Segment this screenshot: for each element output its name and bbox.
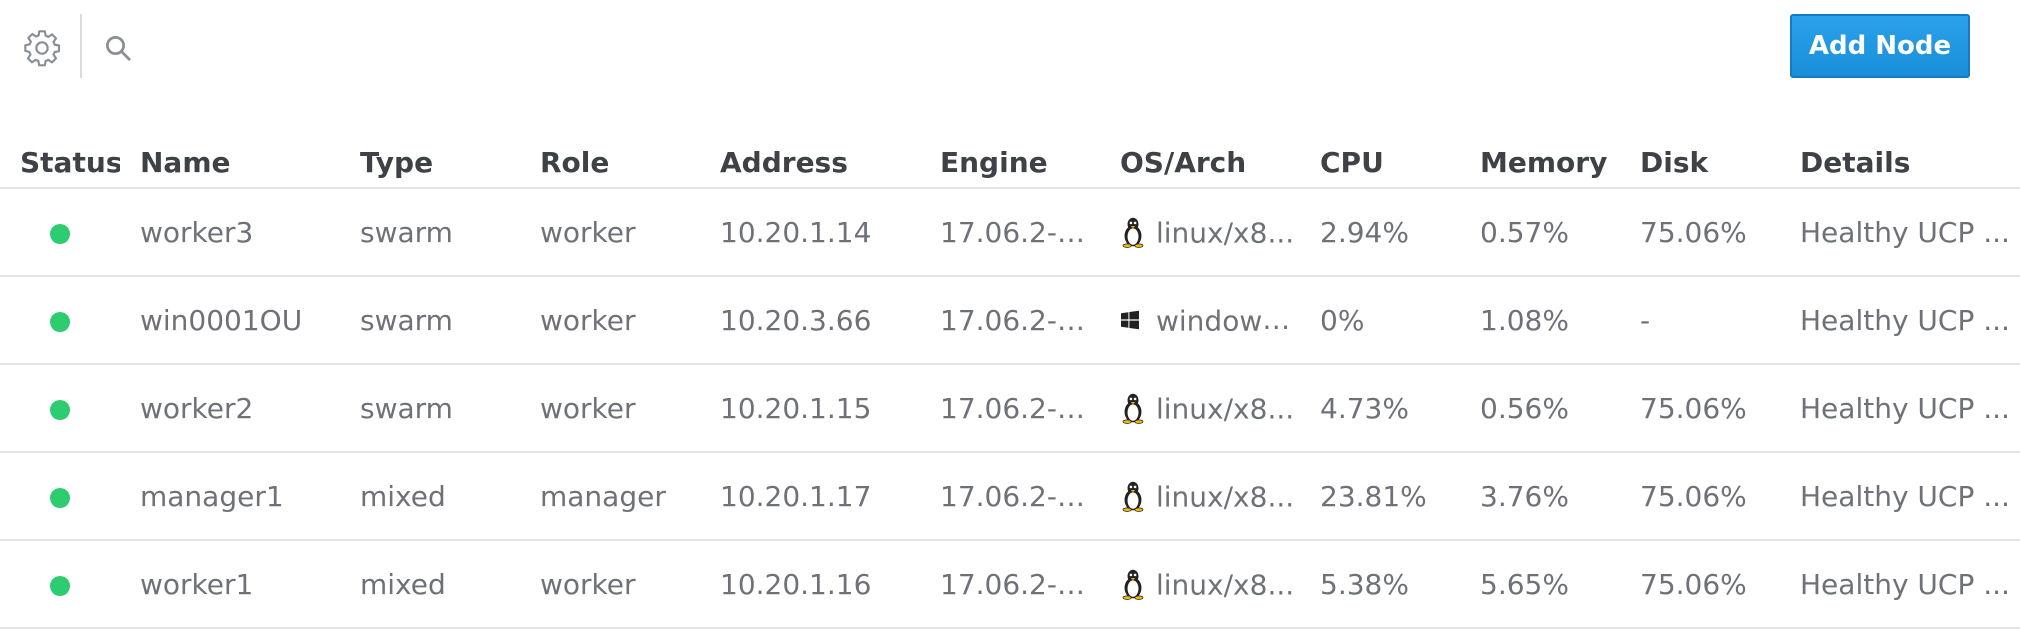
cell-engine: 17.06.2-ee... [920, 364, 1100, 453]
cell-address: 10.20.1.15 [700, 364, 920, 453]
cell-details: Healthy UCP ... [1780, 364, 2020, 453]
cell-type: swarm [340, 364, 520, 453]
status-cell [0, 276, 120, 365]
cell-memory: 0.56% [1460, 364, 1620, 453]
cell-role: worker [520, 188, 700, 277]
linux-icon [1120, 392, 1150, 426]
col-header-address[interactable]: Address [700, 138, 920, 189]
add-node-button[interactable]: Add Node [1790, 14, 1970, 78]
cell-role: manager [520, 452, 700, 541]
table-row[interactable]: worker3swarmworker10.20.1.1417.06.2-ee..… [0, 188, 2020, 277]
cell-name: worker2 [120, 364, 340, 453]
cell-role: worker [520, 540, 700, 629]
os-arch-label: linux/x8... [1156, 480, 1295, 513]
status-cell [0, 188, 120, 277]
cell-name: worker3 [120, 188, 340, 277]
table-header-row: Status Name Type Role Address Engine OS/… [0, 138, 2020, 189]
cell-memory: 0.57% [1460, 188, 1620, 277]
cell-disk: - [1620, 276, 1780, 365]
cell-os-arch: linux/x8... [1100, 364, 1300, 453]
cell-details: Healthy UCP ... [1780, 452, 2020, 541]
cell-details: Healthy UCP ... [1780, 188, 2020, 277]
col-header-disk[interactable]: Disk [1620, 138, 1780, 189]
cell-os-arch: linux/x8... [1100, 188, 1300, 277]
status-dot-icon [50, 223, 70, 244]
status-cell [0, 364, 120, 453]
cell-cpu: 23.81% [1300, 452, 1460, 541]
col-header-os-arch[interactable]: OS/Arch [1100, 138, 1300, 189]
cell-memory: 3.76% [1460, 452, 1620, 541]
cell-type: swarm [340, 276, 520, 365]
col-header-type[interactable]: Type [340, 138, 520, 189]
status-cell [0, 540, 120, 629]
cell-engine: 17.06.2-ee... [920, 452, 1100, 541]
os-arch-label: linux/x8... [1156, 392, 1295, 425]
linux-icon [1120, 216, 1150, 250]
cell-address: 10.20.1.16 [700, 540, 920, 629]
os-arch-label: linux/x8... [1156, 568, 1295, 601]
cell-type: mixed [340, 452, 520, 541]
table-row[interactable]: worker2swarmworker10.20.1.1517.06.2-ee..… [0, 364, 2020, 453]
cell-os-arch: linux/x8... [1100, 540, 1300, 629]
cell-disk: 75.06% [1620, 452, 1780, 541]
cell-memory: 1.08% [1460, 276, 1620, 365]
cell-address: 10.20.1.14 [700, 188, 920, 277]
cell-details: Healthy UCP ... [1780, 540, 2020, 629]
cell-disk: 75.06% [1620, 364, 1780, 453]
cell-cpu: 0% [1300, 276, 1460, 365]
cell-os-arch: windows... [1100, 276, 1300, 365]
gear-icon[interactable] [20, 26, 64, 70]
status-dot-icon [50, 575, 70, 596]
cell-address: 10.20.3.66 [700, 276, 920, 365]
cell-engine: 17.06.2-ee... [920, 188, 1100, 277]
os-arch-label: windows... [1156, 304, 1300, 337]
cell-engine: 17.06.2-ee... [920, 540, 1100, 629]
status-dot-icon [50, 311, 70, 332]
col-header-name[interactable]: Name [120, 138, 340, 189]
linux-icon [1120, 480, 1150, 514]
cell-memory: 5.65% [1460, 540, 1620, 629]
cell-engine: 17.06.2-ee... [920, 276, 1100, 365]
table-row[interactable]: win0001OU swarm worker 10.20.3.66 17.06.2-ee… [0, 276, 2020, 365]
col-header-memory[interactable]: Memory [1460, 138, 1620, 189]
table-row[interactable]: manager1 mixed manager 10.20.1.17 17.06.2-ee… [0, 452, 2020, 541]
os-arch-label: linux/x8... [1156, 216, 1295, 249]
toolbar: Add Node [0, 0, 2020, 100]
cell-name: win0001OU [120, 276, 340, 365]
col-header-status[interactable]: Status [0, 138, 120, 189]
toolbar-divider [80, 14, 82, 78]
cell-address: 10.20.1.17 [700, 452, 920, 541]
status-dot-icon [50, 487, 70, 508]
windows-icon [1120, 304, 1150, 338]
cell-type: swarm [340, 188, 520, 277]
cell-details: Healthy UCP ... [1780, 276, 2020, 365]
cell-type: mixed [340, 540, 520, 629]
col-header-role[interactable]: Role [520, 138, 700, 189]
cell-disk: 75.06% [1620, 540, 1780, 629]
cell-name: manager1 [120, 452, 340, 541]
cell-os-arch: linux/x8... [1100, 452, 1300, 541]
cell-name: worker1 [120, 540, 340, 629]
cell-role: worker [520, 364, 700, 453]
col-header-cpu[interactable]: CPU [1300, 138, 1460, 189]
col-header-details[interactable]: Details [1780, 138, 2020, 189]
nodes-table: Status Name Type Role Address Engine OS/… [0, 138, 2020, 629]
cell-cpu: 2.94% [1300, 188, 1460, 277]
table-row[interactable]: worker1mixedworker10.20.1.1617.06.2-ee..… [0, 540, 2020, 629]
cell-role: worker [520, 276, 700, 365]
status-cell [0, 452, 120, 541]
status-dot-icon [50, 399, 70, 420]
cell-cpu: 5.38% [1300, 540, 1460, 629]
cell-cpu: 4.73% [1300, 364, 1460, 453]
cell-disk: 75.06% [1620, 188, 1780, 277]
col-header-engine[interactable]: Engine [920, 138, 1100, 189]
linux-icon [1120, 568, 1150, 602]
search-icon[interactable] [100, 30, 136, 66]
